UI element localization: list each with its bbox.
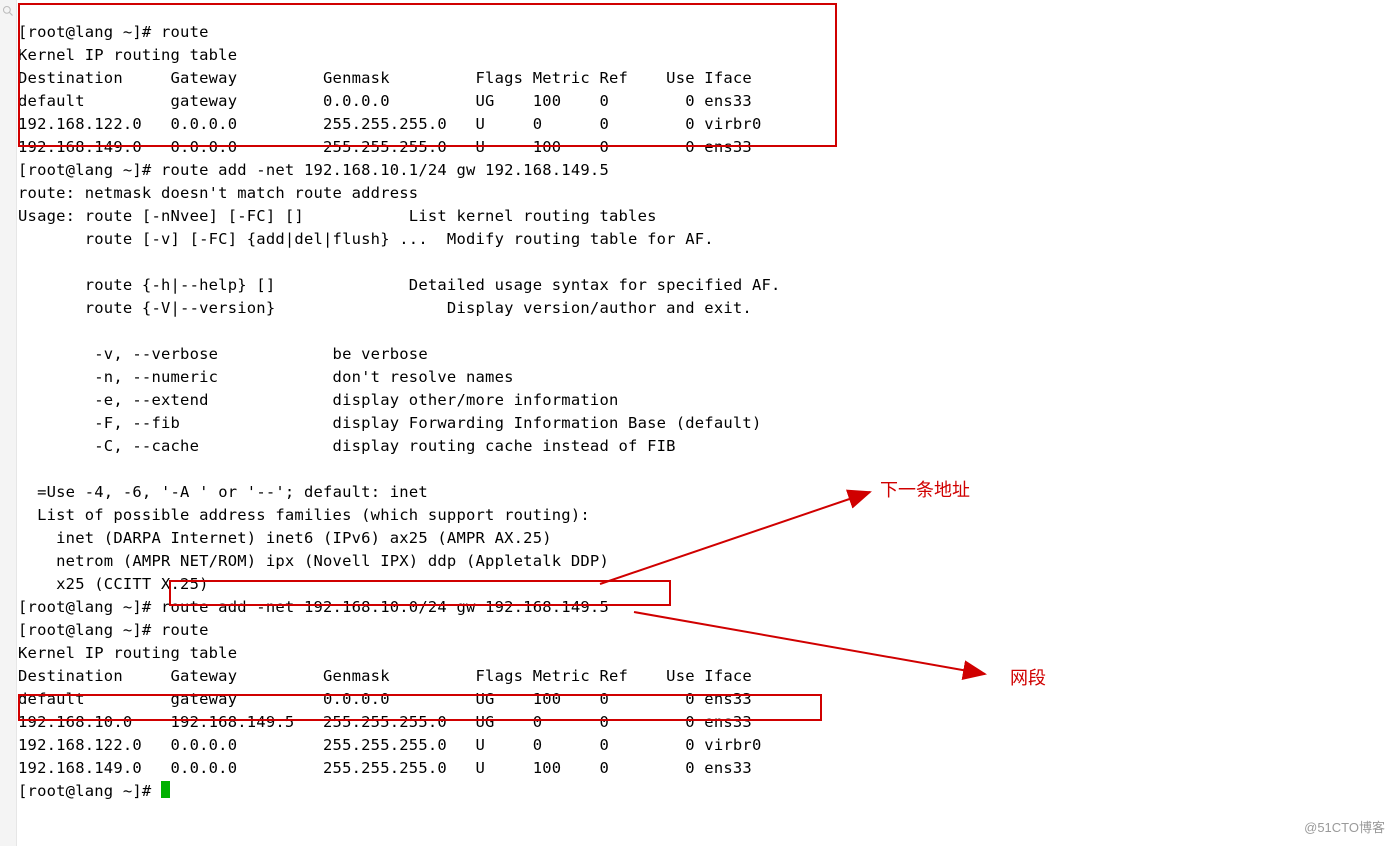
watermark: @51CTO博客 xyxy=(1304,817,1385,836)
left-gutter xyxy=(0,0,17,846)
terminal-output[interactable]: [root@lang ~]# route Kernel IP routing t… xyxy=(18,21,781,803)
annotation-next-hop: 下一条地址 xyxy=(880,476,970,502)
cursor xyxy=(161,781,170,798)
search-icon[interactable] xyxy=(2,4,14,16)
annotation-subnet: 网段 xyxy=(1010,664,1046,690)
